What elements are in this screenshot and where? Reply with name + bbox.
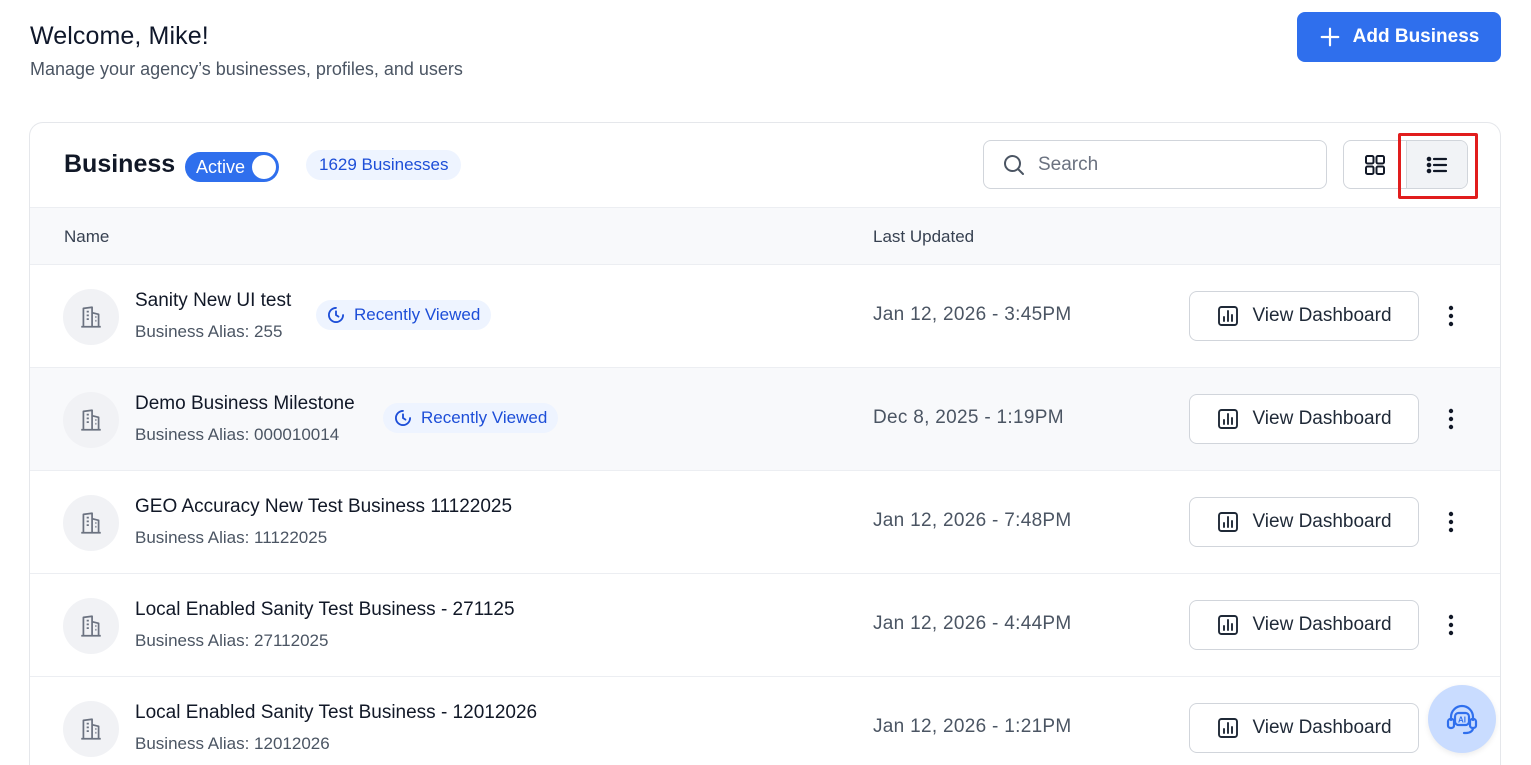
view-dashboard-label: View Dashboard [1252, 717, 1392, 738]
view-dashboard-label: View Dashboard [1252, 614, 1392, 635]
view-dashboard-label: View Dashboard [1252, 408, 1392, 429]
business-card: Business Active 1629 Businesses Search N… [29, 122, 1501, 765]
bar-chart-icon [1218, 409, 1239, 429]
view-dashboard-button[interactable]: View Dashboard [1189, 394, 1419, 444]
search-box[interactable] [983, 140, 1327, 189]
ai-assistant-icon: AI [1446, 704, 1478, 735]
table-row[interactable]: Local Enabled Sanity Test Business - 271… [30, 574, 1500, 677]
business-name[interactable]: Local Enabled Sanity Test Business - 120… [135, 702, 537, 724]
page-subtitle: Manage your agency’s businesses, profile… [30, 59, 463, 79]
kebab-menu-icon [1448, 511, 1454, 533]
kebab-menu-icon [1448, 408, 1454, 430]
add-business-label: Add Business [1352, 26, 1480, 47]
business-list: Sanity New UI test Business Alias: 255 R… [30, 265, 1500, 765]
building-icon [81, 409, 101, 431]
table-header: Name Last Updated [30, 207, 1500, 265]
column-header-name: Name [64, 227, 110, 246]
business-name[interactable]: GEO Accuracy New Test Business 11122025 [135, 496, 512, 518]
view-dashboard-button[interactable]: View Dashboard [1189, 291, 1419, 341]
search-input[interactable] [1038, 153, 1298, 176]
view-mode-toggle [1343, 140, 1468, 189]
clock-icon [328, 307, 344, 323]
table-row[interactable]: Local Enabled Sanity Test Business - 120… [30, 677, 1500, 765]
add-business-button[interactable]: Add Business [1297, 12, 1501, 62]
building-icon [81, 306, 101, 328]
card-title: Business [64, 150, 176, 178]
building-icon [81, 615, 101, 637]
last-updated: Dec 8, 2025 - 1:19PM [873, 407, 1064, 428]
clock-icon [395, 410, 411, 426]
more-options-button[interactable] [1441, 301, 1461, 331]
active-toggle[interactable]: Active [185, 152, 279, 182]
page-title: Welcome, Mike! [30, 22, 209, 50]
business-count-badge: 1629 Businesses [306, 150, 462, 180]
business-alias: Business Alias: 11122025 [135, 528, 328, 547]
business-name[interactable]: Demo Business Milestone [135, 393, 355, 415]
view-dashboard-label: View Dashboard [1252, 305, 1392, 326]
recently-viewed-badge: Recently Viewed [383, 403, 559, 433]
view-dashboard-button[interactable]: View Dashboard [1189, 703, 1419, 753]
kebab-menu-icon [1448, 614, 1454, 636]
recently-viewed-label: Recently Viewed [421, 408, 548, 427]
business-alias: Business Alias: 255 [135, 322, 283, 341]
plus-icon [1320, 27, 1339, 47]
avatar [63, 495, 119, 551]
last-updated: Jan 12, 2026 - 7:48PM [873, 510, 1072, 531]
business-name[interactable]: Local Enabled Sanity Test Business - 271… [135, 599, 515, 621]
column-header-last-updated: Last Updated [873, 227, 975, 246]
grid-view-icon [1364, 154, 1385, 175]
table-row[interactable]: Demo Business Milestone Business Alias: … [30, 368, 1500, 471]
last-updated: Jan 12, 2026 - 1:21PM [873, 716, 1072, 737]
more-options-button[interactable] [1441, 610, 1461, 640]
page-header: Welcome, Mike! Manage your agency’s busi… [30, 22, 463, 80]
business-alias: Business Alias: 12012026 [135, 734, 330, 753]
more-options-button[interactable] [1441, 507, 1461, 537]
building-icon [81, 512, 101, 534]
kebab-menu-icon [1448, 305, 1454, 327]
recently-viewed-label: Recently Viewed [354, 305, 481, 324]
list-view-button[interactable] [1405, 141, 1467, 188]
view-dashboard-button[interactable]: View Dashboard [1189, 497, 1419, 547]
business-alias: Business Alias: 000010014 [135, 425, 340, 444]
business-alias: Business Alias: 27112025 [135, 631, 329, 650]
business-name[interactable]: Sanity New UI test [135, 290, 291, 312]
view-dashboard-label: View Dashboard [1252, 511, 1392, 532]
recently-viewed-badge: Recently Viewed [316, 300, 492, 330]
table-row[interactable]: Sanity New UI test Business Alias: 255 R… [30, 265, 1500, 368]
avatar [63, 701, 119, 757]
search-icon [1004, 154, 1024, 175]
card-header: Business Active 1629 Businesses [30, 123, 1500, 207]
table-row[interactable]: GEO Accuracy New Test Business 11122025 … [30, 471, 1500, 574]
bar-chart-icon [1218, 718, 1239, 738]
bar-chart-icon [1218, 512, 1239, 532]
svg-text:AI: AI [1458, 716, 1466, 725]
last-updated: Jan 12, 2026 - 4:44PM [873, 613, 1072, 634]
view-dashboard-button[interactable]: View Dashboard [1189, 600, 1419, 650]
bar-chart-icon [1218, 615, 1239, 635]
toggle-knob [252, 155, 276, 179]
building-icon [81, 718, 101, 740]
avatar [63, 598, 119, 654]
ai-assistant-button[interactable]: AI [1428, 685, 1496, 753]
bar-chart-icon [1218, 306, 1239, 326]
list-view-icon [1426, 156, 1447, 173]
avatar [63, 392, 119, 448]
last-updated: Jan 12, 2026 - 3:45PM [873, 304, 1072, 325]
active-toggle-label: Active [196, 156, 246, 177]
avatar [63, 289, 119, 345]
more-options-button[interactable] [1441, 404, 1461, 434]
grid-view-button[interactable] [1344, 141, 1406, 188]
